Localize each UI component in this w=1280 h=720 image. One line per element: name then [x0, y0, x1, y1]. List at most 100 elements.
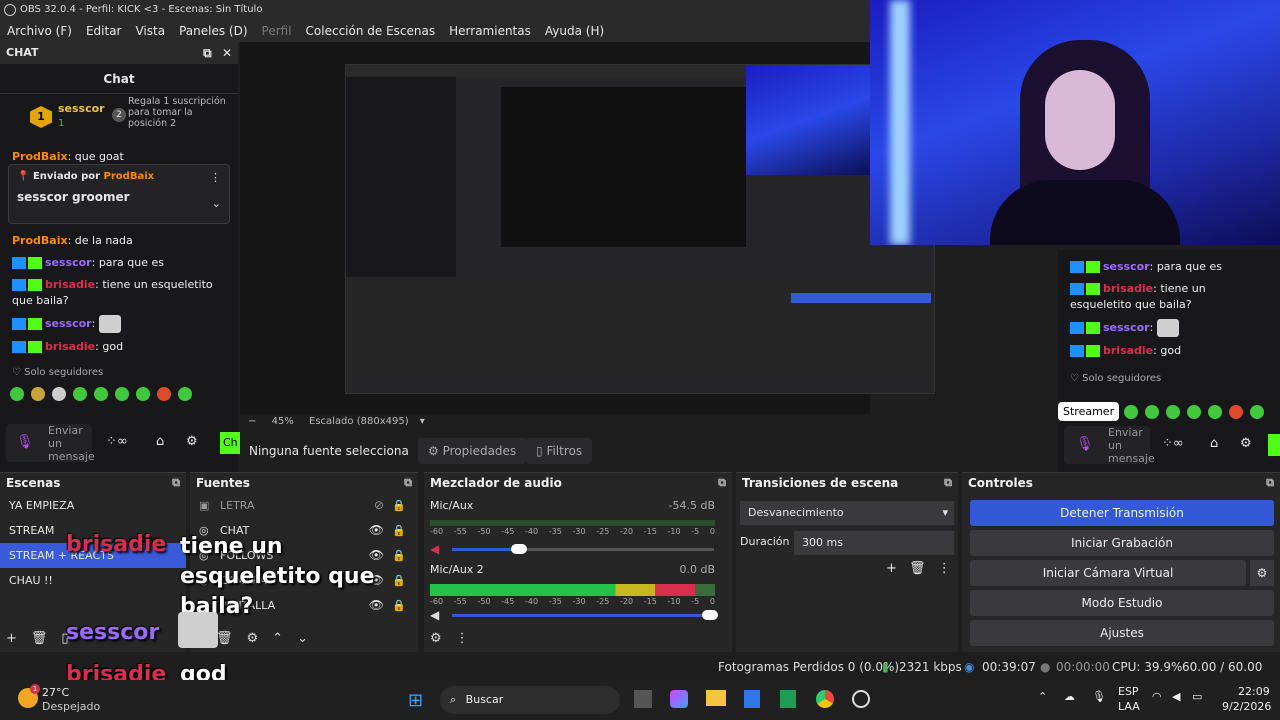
more-icon[interactable]: ⋮: [938, 561, 951, 576]
scale-label[interactable]: Escalado (880x495): [309, 416, 409, 427]
gear-icon[interactable]: ⚙: [430, 631, 442, 646]
streamer-tooltip: Streamer: [1058, 402, 1120, 421]
chat-input[interactable]: 🎙 Enviar un mensaje: [1064, 426, 1155, 465]
emote-icon[interactable]: [1208, 405, 1222, 419]
menu-ayuda[interactable]: Ayuda (H): [538, 20, 611, 42]
emote-icon[interactable]: [136, 387, 150, 401]
menu-editar[interactable]: Editar: [79, 20, 129, 42]
mic-icon[interactable]: 🎙: [16, 434, 34, 450]
obs-icon[interactable]: [852, 690, 870, 708]
chevron-down-icon[interactable]: ▾: [420, 416, 425, 427]
settings-icon[interactable]: ⚙: [1240, 436, 1252, 451]
excel-icon[interactable]: [780, 690, 796, 708]
trash-icon[interactable]: 🗑: [216, 631, 233, 646]
float-icon[interactable]: ⧉: [172, 473, 180, 493]
trash-icon[interactable]: 🗑: [31, 631, 48, 646]
scene-item[interactable]: CHAU !!: [0, 568, 186, 593]
chevron-down-icon[interactable]: ⌄: [212, 197, 221, 210]
float-icon[interactable]: ⧉: [718, 473, 726, 493]
copilot-icon[interactable]: [670, 690, 688, 708]
chrome-icon[interactable]: [816, 690, 834, 708]
close-icon[interactable]: ✕: [222, 46, 232, 60]
duration-input[interactable]: 300 ms: [794, 531, 954, 555]
emote-icon[interactable]: [10, 387, 24, 401]
emote-icon[interactable]: [1124, 405, 1138, 419]
speaker-icon[interactable]: ◀: [430, 608, 439, 622]
emote-icon[interactable]: [157, 387, 171, 401]
muted-speaker-icon[interactable]: ◀: [430, 542, 439, 556]
float-icon[interactable]: ⧉: [1266, 473, 1274, 493]
file-explorer-icon[interactable]: [706, 690, 726, 706]
emote-icon[interactable]: [1250, 405, 1264, 419]
add-scene-button[interactable]: +: [6, 631, 17, 646]
scene-item[interactable]: YA EMPIEZA: [0, 493, 186, 518]
transition-select[interactable]: Desvanecimiento ▾: [740, 501, 954, 525]
move-up-icon[interactable]: ⌃: [272, 631, 283, 646]
more-icon[interactable]: ⋮: [456, 631, 469, 646]
language[interactable]: ESP: [1118, 685, 1139, 698]
store-icon[interactable]: ⌂: [156, 434, 164, 449]
virtual-camera-settings-icon[interactable]: ⚙: [1250, 560, 1274, 586]
zoom-out-button[interactable]: −: [248, 416, 256, 427]
mic-icon[interactable]: 🎙: [1076, 436, 1094, 452]
float-icon[interactable]: ⧉: [404, 473, 412, 493]
emote-icon[interactable]: [178, 387, 192, 401]
volume-slider[interactable]: [702, 610, 718, 620]
filters-button[interactable]: ▯ Filtros: [526, 438, 593, 464]
search-box[interactable]: ⌕ Buscar: [440, 686, 620, 714]
pin-toggle-icon[interactable]: ⋮: [210, 171, 221, 184]
chat-input[interactable]: 🎙 Enviar un mensaje: [6, 424, 95, 463]
float-icon[interactable]: ⧉: [203, 46, 212, 60]
gear-icon[interactable]: ⚙: [247, 631, 259, 646]
task-view-icon[interactable]: [634, 690, 652, 708]
trash-icon[interactable]: 🗑: [909, 561, 926, 576]
clock-time[interactable]: 22:09: [1238, 685, 1270, 698]
cloud-icon[interactable]: ☁: [1064, 690, 1075, 703]
settings-icon[interactable]: ⚙: [186, 434, 198, 449]
chat-send-button[interactable]: Ch: [220, 432, 240, 454]
emote-icon[interactable]: [1145, 405, 1159, 419]
emote-icon[interactable]: [31, 387, 45, 401]
keyboard-layout[interactable]: LAA: [1118, 700, 1140, 713]
settings-button[interactable]: Ajustes: [970, 620, 1274, 646]
move-down-icon[interactable]: ⌄: [297, 631, 308, 646]
add-transition-button[interactable]: +: [886, 561, 897, 576]
pinned-message[interactable]: 📍 Enviado por ProdBaix sesscor groomer ⋮…: [8, 164, 230, 224]
emote-icon[interactable]: [1229, 405, 1243, 419]
menu-paneles[interactable]: Paneles (D): [172, 20, 254, 42]
float-icon[interactable]: ⧉: [944, 473, 952, 493]
emote-icon[interactable]: [115, 387, 129, 401]
emote-icon[interactable]: [1166, 405, 1180, 419]
emote-icon[interactable]: [1187, 405, 1201, 419]
emote-icon[interactable]: [94, 387, 108, 401]
connections-icon[interactable]: ⁘∞: [1162, 436, 1184, 451]
volume-slider[interactable]: [510, 544, 527, 554]
chevron-up-icon[interactable]: ⌃: [1038, 690, 1047, 703]
start-virtual-camera-button[interactable]: Iniciar Cámara Virtual: [970, 560, 1246, 586]
properties-button[interactable]: ⚙ Propiedades: [418, 438, 527, 464]
menu-coleccion[interactable]: Colección de Escenas: [299, 20, 443, 42]
connections-icon[interactable]: ⁘∞: [106, 434, 128, 449]
menu-vista[interactable]: Vista: [128, 20, 172, 42]
battery-icon[interactable]: ▭: [1192, 690, 1202, 703]
wifi-icon[interactable]: ◠: [1152, 690, 1162, 703]
word-icon[interactable]: [744, 690, 760, 708]
hidden-eye-icon[interactable]: ⊘: [374, 493, 384, 518]
stop-streaming-button[interactable]: Detener Transmisión: [970, 500, 1274, 526]
menu-archivo[interactable]: Archivo (F): [0, 20, 79, 42]
store-icon[interactable]: ⌂: [1210, 436, 1218, 451]
menu-herramientas[interactable]: Herramientas: [442, 20, 538, 42]
zoom-level[interactable]: 45%: [272, 416, 294, 427]
mic-icon[interactable]: 🎙: [1092, 690, 1106, 703]
emote-icon[interactable]: [73, 387, 87, 401]
source-item[interactable]: ▣ LETRA ⊘ 🔒: [190, 493, 418, 518]
windows-start-icon[interactable]: ⊞: [408, 690, 423, 711]
chat-send-button[interactable]: [1268, 434, 1280, 456]
clock-date[interactable]: 9/2/2026: [1222, 700, 1271, 713]
speaker-icon[interactable]: ◀: [1172, 690, 1180, 703]
studio-mode-button[interactable]: Modo Estudio: [970, 590, 1274, 616]
start-recording-button[interactable]: Iniciar Grabación: [970, 530, 1274, 556]
lock-icon[interactable]: 🔒: [392, 493, 406, 518]
menu-perfil[interactable]: Perfil: [255, 20, 299, 42]
emote-icon[interactable]: [52, 387, 66, 401]
